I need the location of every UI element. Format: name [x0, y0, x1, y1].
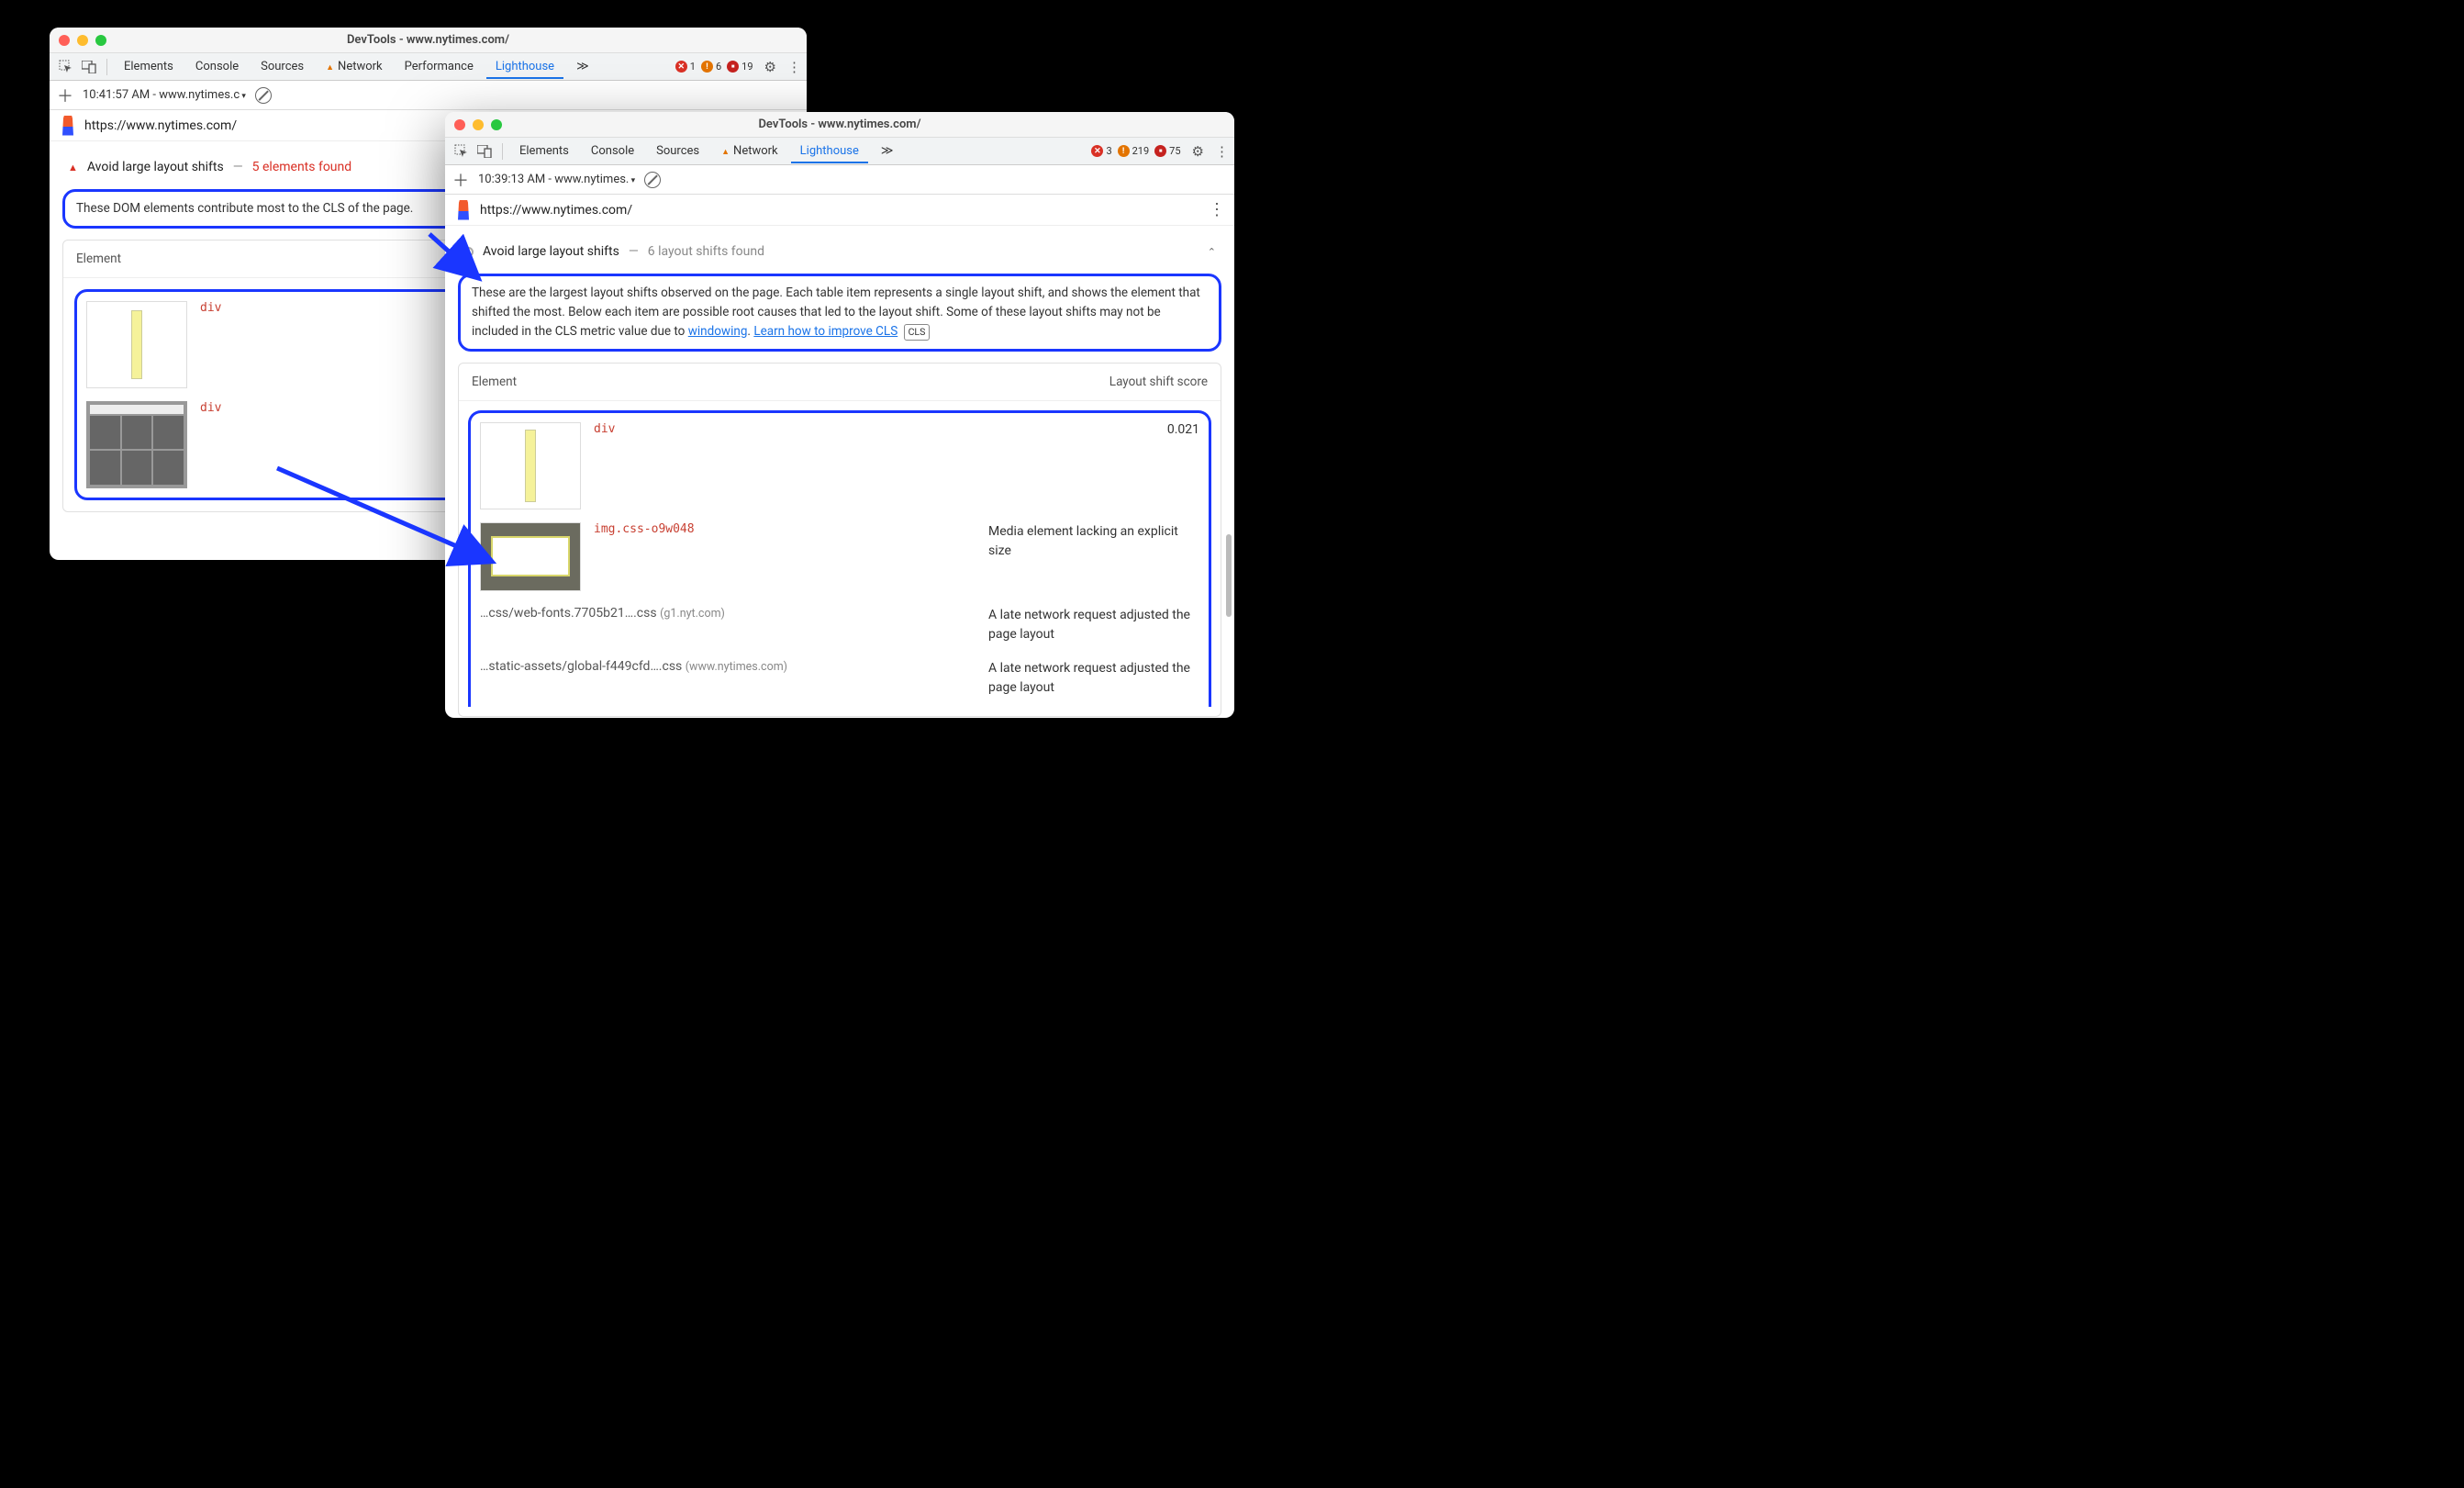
- chevron-up-icon[interactable]: ⌃: [1208, 246, 1216, 258]
- tab-lighthouse[interactable]: Lighthouse: [791, 139, 868, 163]
- description-highlight: These are the largest layout shifts obse…: [458, 274, 1221, 352]
- element-thumbnail: [480, 422, 581, 509]
- tab-network[interactable]: Network: [317, 54, 392, 79]
- error-icon: ✕: [675, 61, 687, 73]
- tab-elements[interactable]: Elements: [115, 54, 183, 79]
- root-cause: A late network request adjusted the page…: [988, 606, 1199, 644]
- tab-lighthouse[interactable]: Lighthouse: [486, 54, 563, 79]
- more-icon[interactable]: ⋮: [1215, 143, 1229, 160]
- tab-network[interactable]: Network: [712, 139, 787, 163]
- warning-count: 219: [1132, 145, 1150, 157]
- element-thumbnail: [480, 522, 581, 591]
- element-selector: img.css-o9w048: [594, 522, 695, 536]
- clear-icon[interactable]: [255, 87, 272, 104]
- info-icon: [727, 61, 739, 73]
- error-count: 3: [1106, 145, 1111, 157]
- tab-sources[interactable]: Sources: [647, 139, 708, 163]
- error-count: 1: [690, 61, 696, 73]
- warning-icon: !: [701, 61, 713, 73]
- tab-elements[interactable]: Elements: [510, 139, 578, 163]
- cls-tag: CLS: [904, 324, 931, 341]
- device-toggle-icon[interactable]: [79, 57, 99, 77]
- window-title: DevTools - www.nytimes.com/: [50, 33, 807, 47]
- table-row[interactable]: div 0.021: [480, 422, 1199, 509]
- element-thumbnail: [86, 401, 187, 488]
- audit-header[interactable]: Avoid large layout shifts — 6 layout shi…: [458, 233, 1221, 270]
- tab-sources[interactable]: Sources: [251, 54, 313, 79]
- elements-table: Element Layout shift score div 0.021 img…: [458, 363, 1221, 717]
- col-element: Element: [76, 252, 121, 266]
- element-thumbnail: [86, 301, 187, 388]
- url-bar: https://www.nytimes.com/ ⋮: [445, 195, 1234, 226]
- lighthouse-subbar: ＋ 10:41:57 AM - www.nytimes.c: [50, 81, 807, 110]
- lighthouse-icon: [59, 116, 77, 136]
- tab-performance[interactable]: Performance: [396, 54, 483, 79]
- toolbar: Elements Console Sources Network Perform…: [50, 53, 807, 81]
- source-file: …css/web-fonts.7705b21….css: [480, 606, 657, 621]
- col-score: Layout shift score: [1109, 375, 1208, 389]
- root-cause: Media element lacking an explicit size: [988, 522, 1199, 561]
- windowing-link[interactable]: windowing: [688, 324, 748, 339]
- learn-link[interactable]: Learn how to improve CLS: [753, 324, 898, 339]
- tab-console[interactable]: Console: [186, 54, 248, 79]
- overflow-tabs[interactable]: ≫: [872, 139, 903, 163]
- toolbar: Elements Console Sources Network Lightho…: [445, 138, 1234, 165]
- warning-icon: !: [1118, 145, 1130, 157]
- more-icon[interactable]: ⋮: [787, 59, 801, 75]
- lighthouse-subbar: ＋ 10:39:13 AM - www.nytimes.: [445, 165, 1234, 195]
- issue-badges[interactable]: ✕3 !219 75 ⚙ ⋮: [1091, 143, 1229, 160]
- tab-console[interactable]: Console: [582, 139, 643, 163]
- element-selector: div: [594, 422, 615, 436]
- issue-badges[interactable]: ✕1 !6 19 ⚙ ⋮: [675, 59, 801, 75]
- table-row[interactable]: img.css-o9w048 Media element lacking an …: [480, 522, 1199, 591]
- lighthouse-icon: [454, 200, 473, 220]
- source-domain: (g1.nyt.com): [660, 607, 725, 621]
- report-url: https://www.nytimes.com/: [480, 203, 632, 218]
- audit-found: 6 layout shifts found: [648, 244, 764, 259]
- audit-found: 5 elements found: [252, 160, 352, 174]
- info-count: 75: [1169, 145, 1180, 157]
- new-report-button[interactable]: ＋: [57, 84, 73, 107]
- more-icon[interactable]: ⋮: [1209, 200, 1225, 219]
- error-icon: ✕: [1091, 145, 1103, 157]
- audit-title: Avoid large layout shifts: [483, 244, 619, 259]
- scrollbar[interactable]: [1226, 268, 1232, 718]
- report-url: https://www.nytimes.com/: [84, 118, 237, 133]
- inspect-icon[interactable]: [55, 57, 75, 77]
- gear-icon[interactable]: ⚙: [764, 59, 776, 75]
- col-element: Element: [472, 375, 517, 389]
- report-selector[interactable]: 10:41:57 AM - www.nytimes.c: [83, 88, 246, 102]
- titlebar: DevTools - www.nytimes.com/: [50, 28, 807, 53]
- neutral-icon: [463, 247, 474, 257]
- element-selector: div: [200, 301, 221, 315]
- cause-row: …static-assets/global-f449cfd….css (www.…: [480, 659, 1199, 698]
- inspect-icon[interactable]: [451, 141, 471, 162]
- fail-icon: ▲: [68, 162, 78, 173]
- device-toggle-icon[interactable]: [474, 141, 495, 162]
- audit-title: Avoid large layout shifts: [87, 160, 224, 174]
- root-cause: A late network request adjusted the page…: [988, 659, 1199, 698]
- cause-row: …css/web-fonts.7705b21….css (g1.nyt.com)…: [480, 606, 1199, 644]
- window-title: DevTools - www.nytimes.com/: [445, 117, 1234, 131]
- warning-count: 6: [716, 61, 721, 73]
- element-selector: div: [200, 401, 221, 415]
- overflow-tabs[interactable]: ≫: [567, 54, 598, 79]
- source-domain: (www.nytimes.com): [686, 660, 787, 674]
- info-count: 19: [741, 61, 753, 73]
- layout-shift-score: 0.021: [1167, 422, 1199, 437]
- audit-description: These are the largest layout shifts obse…: [472, 285, 1200, 339]
- new-report-button[interactable]: ＋: [452, 168, 469, 192]
- info-icon: [1154, 145, 1166, 157]
- source-file: …static-assets/global-f449cfd….css: [480, 659, 682, 674]
- report-selector[interactable]: 10:39:13 AM - www.nytimes.: [478, 173, 635, 186]
- titlebar: DevTools - www.nytimes.com/: [445, 112, 1234, 138]
- clear-icon[interactable]: [644, 172, 661, 188]
- devtools-window-b: DevTools - www.nytimes.com/ Elements Con…: [445, 112, 1234, 718]
- gear-icon[interactable]: ⚙: [1192, 143, 1204, 160]
